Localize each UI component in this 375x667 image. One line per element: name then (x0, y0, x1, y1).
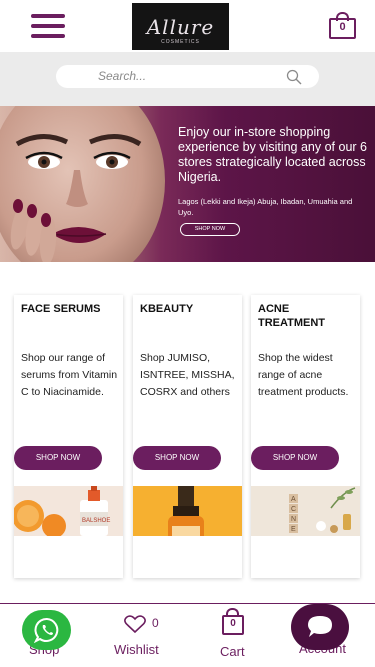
category-card-face-serums[interactable]: FACE SERUMS Shop our range of serums fro… (14, 295, 123, 578)
hero-shop-now-button[interactable]: SHOP NOW (180, 223, 240, 236)
menu-icon[interactable] (31, 14, 65, 38)
svg-text:BALSHOE: BALSHOE (82, 518, 110, 524)
nav-cart-label: Cart (220, 644, 245, 659)
category-card-acne-treatment[interactable]: ACNE TREATMENT Shop the widest range of … (251, 295, 360, 578)
card-shop-now-button[interactable]: SHOP NOW (133, 446, 221, 470)
kbeauty-image (133, 486, 242, 536)
header-cart-button[interactable]: 0 (329, 12, 356, 39)
card-title: FACE SERUMS (21, 303, 101, 315)
hero-headline: Enjoy our in-store shopping experience b… (178, 125, 367, 184)
search-band: Search... (0, 52, 375, 106)
logo-text: Allure (146, 14, 215, 39)
search-icon[interactable] (286, 69, 302, 85)
svg-text:E: E (291, 526, 296, 533)
wishlist-count: 0 (152, 616, 159, 630)
whatsapp-icon (34, 617, 59, 643)
search-input[interactable]: Search... (56, 65, 319, 88)
header-cart-count: 0 (339, 21, 346, 33)
card-description: Shop the widest range of acne treatment … (258, 352, 349, 398)
acne-treatment-image: A C N E (251, 486, 360, 536)
chat-bubble-icon (308, 616, 332, 637)
card-shop-now-button[interactable]: SHOP NOW (14, 446, 102, 470)
whatsapp-button[interactable] (22, 610, 71, 650)
category-card-kbeauty[interactable]: KBEAUTY Shop JUMISO, ISNTREE, MISSHA, CO… (133, 295, 242, 578)
page: Allure COSMETICS 0 Search... Enjoy our i… (0, 0, 375, 667)
nav-cart[interactable]: 0 Cart (219, 606, 253, 662)
heart-icon (124, 615, 146, 633)
card-description: Shop JUMISO, ISNTREE, MISSHA, COSRX and … (140, 352, 235, 398)
logo-subtitle: COSMETICS (161, 39, 200, 45)
svg-text:C: C (291, 506, 296, 513)
chat-button[interactable] (291, 604, 349, 650)
hero-model-image (0, 106, 165, 262)
logo[interactable]: Allure COSMETICS (132, 3, 229, 50)
svg-text:N: N (291, 516, 296, 523)
hero-banner[interactable]: Enjoy our in-store shopping experience b… (0, 106, 375, 262)
card-description: Shop our range of serums from Vitamin C … (21, 352, 118, 398)
nav-wishlist[interactable]: 0 Wishlist (114, 612, 174, 662)
face-serums-image: BALSHOE (14, 486, 123, 536)
search-placeholder: Search... (98, 69, 147, 83)
nav-wishlist-label: Wishlist (114, 642, 159, 657)
card-title: KBEAUTY (140, 303, 194, 315)
nav-cart-count: 0 (230, 618, 236, 629)
hero-locations: Lagos (Lekki and Ikeja) Abuja, Ibadan, U… (178, 197, 353, 217)
svg-text:A: A (291, 496, 296, 503)
card-shop-now-button[interactable]: SHOP NOW (251, 446, 339, 470)
top-header: Allure COSMETICS 0 (0, 0, 375, 52)
card-title: ACNE TREATMENT (258, 303, 326, 329)
